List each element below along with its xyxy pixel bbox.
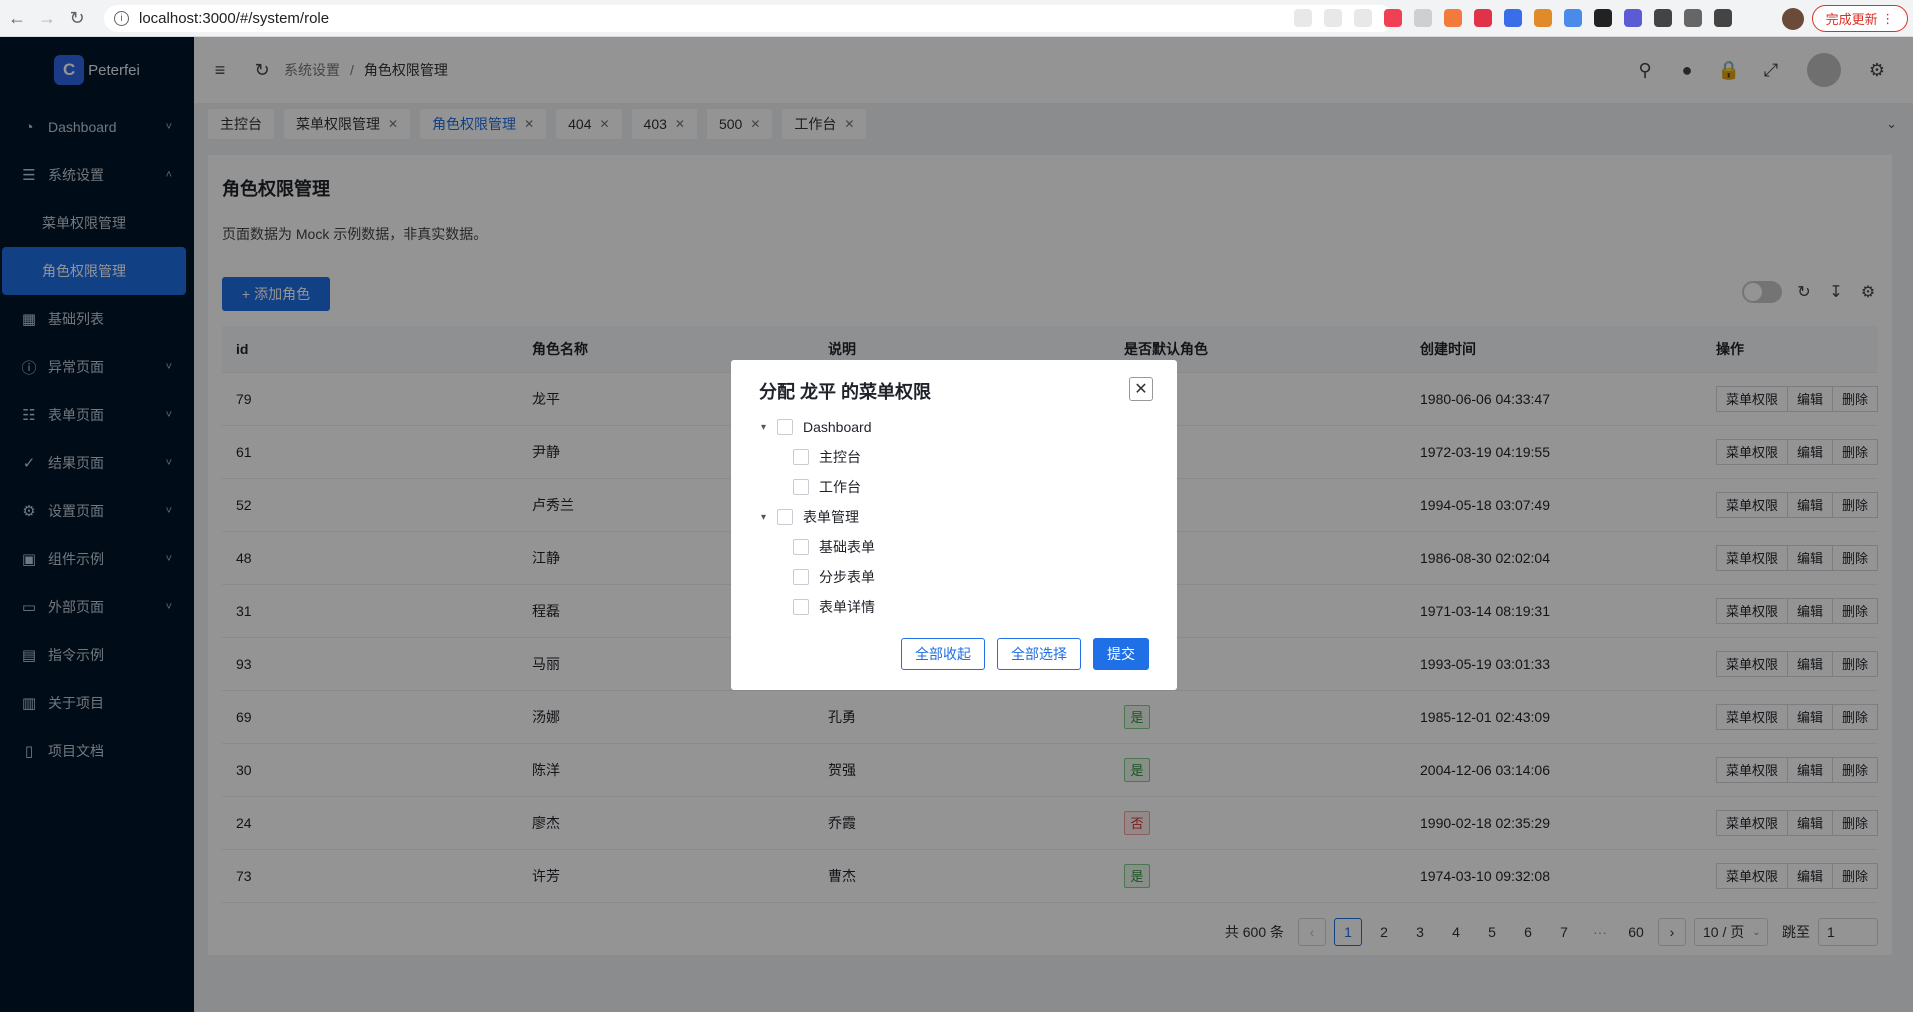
tree-checkbox[interactable] [793,539,809,555]
tree-leaf-label: 基础表单 [819,539,875,555]
sidepanel-icon[interactable] [1714,9,1732,27]
caret-down-icon[interactable]: ▾ [761,422,777,433]
tree-leaf-node[interactable]: 表单详情 [761,592,875,622]
profile-avatar[interactable] [1782,8,1804,30]
pocket-icon[interactable] [1384,9,1402,27]
tree-leaf-node[interactable]: 工作台 [761,472,875,502]
tree-checkbox[interactable] [793,569,809,585]
url-text: localhost:3000/#/system/role [139,10,330,27]
select-all-button[interactable]: 全部选择 [997,638,1081,670]
extension-b-icon[interactable] [1444,9,1462,27]
extension-f-icon[interactable] [1594,9,1612,27]
reload-icon[interactable]: ↻ [64,5,90,31]
modal-footer: 全部收起 全部选择 提交 [901,638,1149,670]
close-icon[interactable]: ✕ [1129,377,1153,401]
tree-checkbox[interactable] [793,449,809,465]
tree-leaf-node[interactable]: 主控台 [761,442,875,472]
extension-a-icon[interactable] [1414,9,1432,27]
tree-checkbox[interactable] [777,509,793,525]
back-icon[interactable]: ← [4,5,30,31]
permission-tree: ▾ Dashboard 主控台工作台 ▾ 表单管理基础表单分步表单表单详情 [761,412,875,622]
tree-node-label: Dashboard [803,419,872,435]
tree-node[interactable]: ▾ Dashboard [761,412,875,442]
tree-checkbox[interactable] [777,419,793,435]
tree-node-label: 表单管理 [803,509,859,525]
tree-leaf-label: 工作台 [819,479,861,495]
extension-g-icon[interactable] [1624,9,1642,27]
extension-h-icon[interactable] [1654,9,1672,27]
tree-checkbox[interactable] [793,599,809,615]
caret-down-icon[interactable]: ▾ [761,512,777,523]
extension-d-icon[interactable] [1534,9,1552,27]
star-icon[interactable] [1354,9,1372,27]
tree-leaf-node[interactable]: 分步表单 [761,562,875,592]
collapse-all-button[interactable]: 全部收起 [901,638,985,670]
tree-leaf-node[interactable]: 基础表单 [761,532,875,562]
assign-permission-modal: 分配 龙平 的菜单权限 ✕ ▾ Dashboard 主控台工作台 ▾ 表单管理基础表单分… [731,360,1177,690]
key-icon[interactable] [1294,9,1312,27]
submit-button[interactable]: 提交 [1093,638,1149,670]
modal-title: 分配 龙平 的菜单权限 [759,382,932,402]
tree-leaf-label: 分步表单 [819,569,875,585]
address-bar[interactable]: i localhost:3000/#/system/role [104,5,1394,32]
puzzle-icon[interactable] [1684,9,1702,27]
tree-leaf-label: 表单详情 [819,599,875,615]
browser-toolbar: ← → ↻ i localhost:3000/#/system/role 完成更… [0,0,1913,37]
tree-node[interactable]: ▾ 表单管理 [761,502,875,532]
extension-icons [1294,9,1732,27]
adblock-icon[interactable] [1474,9,1492,27]
tree-leaf-label: 主控台 [819,449,861,465]
extension-c-icon[interactable] [1504,9,1522,27]
extension-e-icon[interactable] [1564,9,1582,27]
tree-checkbox[interactable] [793,479,809,495]
share-icon[interactable] [1324,9,1342,27]
update-label: 完成更新 [1825,12,1878,27]
update-button[interactable]: 完成更新 ⋮ [1812,5,1908,32]
forward-icon[interactable]: → [34,5,60,31]
site-info-icon[interactable]: i [114,11,129,26]
